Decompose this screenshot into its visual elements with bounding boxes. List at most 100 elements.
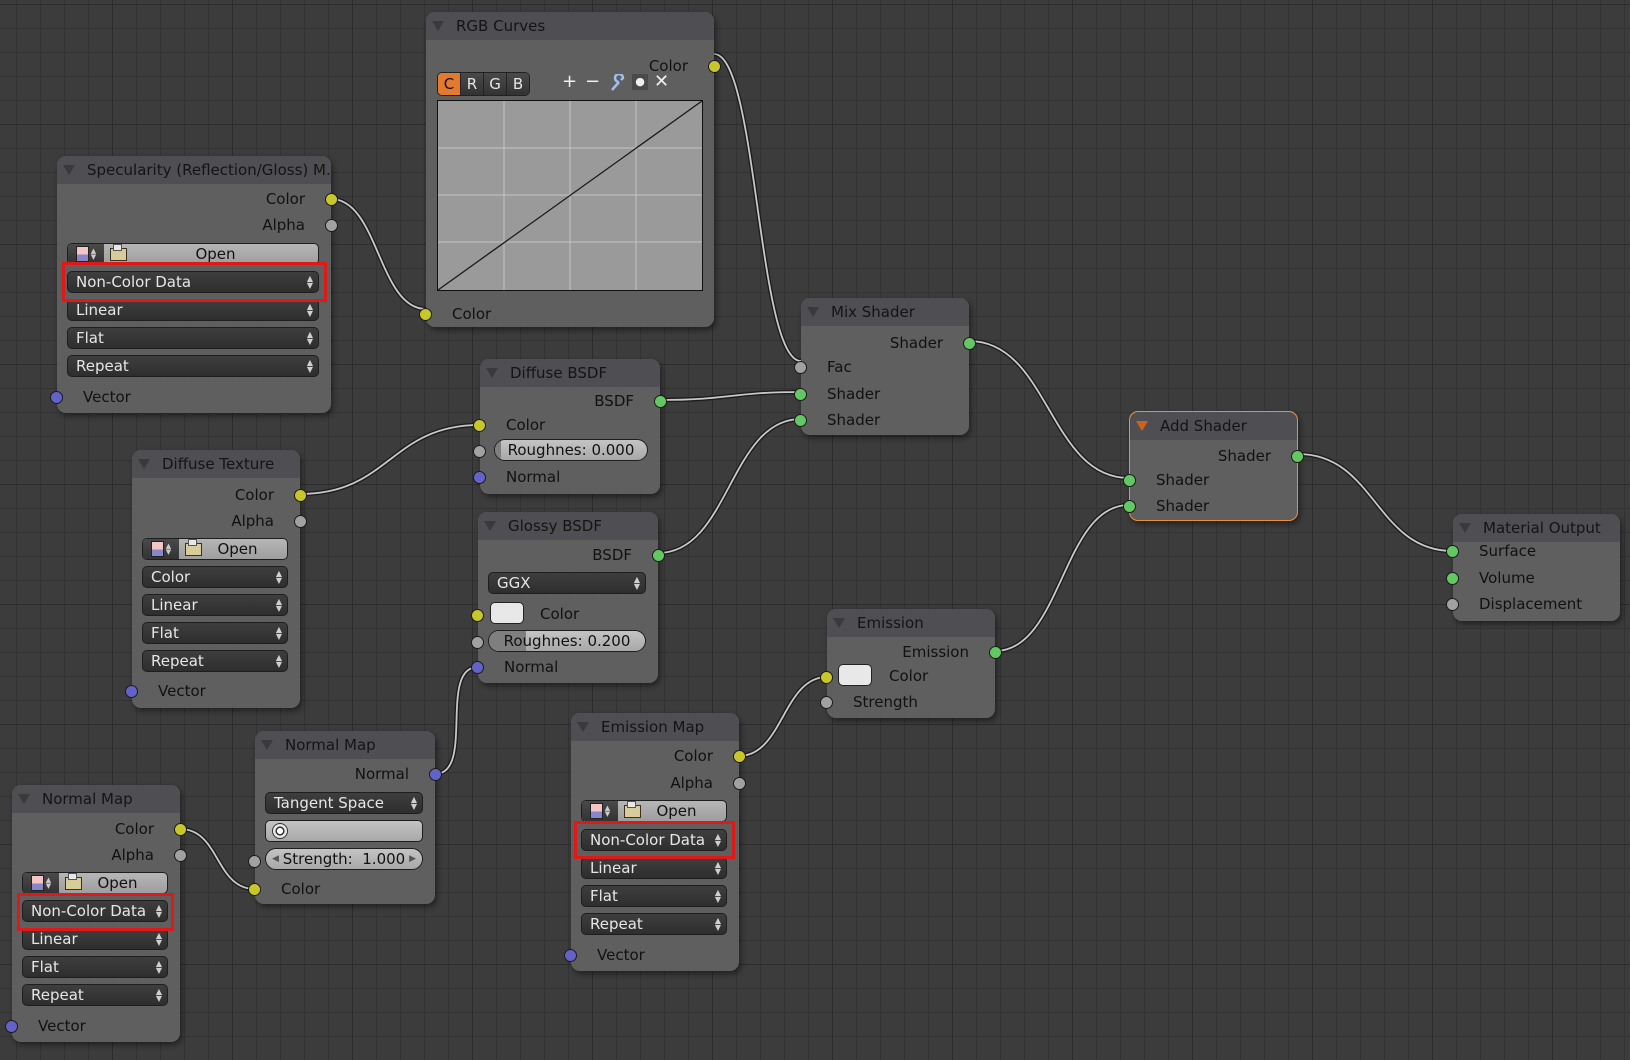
output-socket-color[interactable] xyxy=(325,193,338,206)
roughness-slider[interactable]: Roughnes: 0.000 xyxy=(494,439,648,461)
projection-dropdown[interactable]: Flat ▲ ▼ xyxy=(22,956,168,978)
image-browse-icon[interactable]: ▲ ▼ xyxy=(143,539,179,559)
link-curves-to-mix-fac[interactable] xyxy=(713,51,802,364)
output-socket-color[interactable] xyxy=(174,823,187,836)
close-icon[interactable]: ✕ xyxy=(654,72,669,92)
collapse-triangle-icon[interactable] xyxy=(833,618,845,628)
output-socket-color[interactable] xyxy=(708,60,721,73)
node-header[interactable]: Emission xyxy=(827,609,995,637)
space-dropdown[interactable]: Tangent Space ▲ ▼ xyxy=(265,792,423,814)
collapse-triangle-icon[interactable] xyxy=(486,368,498,378)
increment-arrow-icon[interactable]: ▶ xyxy=(409,854,416,864)
input-socket-vector[interactable] xyxy=(5,1020,18,1033)
extension-dropdown[interactable]: Repeat ▲ ▼ xyxy=(142,650,288,672)
link-diffuse-bsdf-to-mix[interactable] xyxy=(659,389,802,403)
output-socket-alpha[interactable] xyxy=(294,515,307,528)
input-socket-vector[interactable] xyxy=(564,949,577,962)
minus-icon[interactable]: − xyxy=(585,72,600,92)
color-space-dropdown[interactable]: Non-Color Data ▲ ▼ xyxy=(581,829,727,851)
output-socket-color[interactable] xyxy=(294,489,307,502)
channel-tab-b[interactable]: B xyxy=(507,73,529,95)
input-socket-strength[interactable] xyxy=(820,696,833,709)
input-socket-normal[interactable] xyxy=(473,471,486,484)
channel-tab-c[interactable]: C xyxy=(438,73,461,95)
node-header[interactable]: Emission Map xyxy=(571,713,739,741)
link-glossy-bsdf-to-mix[interactable] xyxy=(657,416,802,556)
channel-tab-r[interactable]: R xyxy=(461,73,484,95)
node-glossy-bsdf[interactable]: Glossy BSDF BSDF GGX ▲ ▼ Color Roughnes: 0… xyxy=(471,512,665,683)
link-mix-to-add[interactable] xyxy=(968,338,1130,481)
plus-icon[interactable]: + xyxy=(562,72,577,92)
output-socket-normal[interactable] xyxy=(429,768,442,781)
dot-icon[interactable]: ● xyxy=(632,74,648,90)
node-add-shader[interactable]: Add Shader Shader Shader Shader xyxy=(1123,411,1304,521)
image-browse-icon[interactable]: ▲ ▼ xyxy=(23,873,59,893)
input-socket-displacement[interactable] xyxy=(1446,598,1459,611)
output-socket-shader[interactable] xyxy=(963,337,976,350)
roughness-slider[interactable]: Roughnes: 0.200 xyxy=(488,630,646,652)
node-diffuse-bsdf[interactable]: Diffuse BSDF BSDF Color Roughnes: 0.000 … xyxy=(473,359,667,494)
interpolation-dropdown[interactable]: Linear ▲ ▼ xyxy=(22,928,168,950)
link-add-to-output[interactable] xyxy=(1297,451,1454,554)
input-socket-vector[interactable] xyxy=(50,391,63,404)
output-socket-color[interactable] xyxy=(733,750,746,763)
node-material-output[interactable]: Material Output Surface Volume Displacem… xyxy=(1446,514,1620,621)
output-socket-emission[interactable] xyxy=(989,646,1002,659)
node-normal-map-texture[interactable]: Normal Map Color Alpha ▲ ▼ Open Non-Color… xyxy=(5,785,187,1042)
collapse-triangle-icon[interactable] xyxy=(432,21,444,31)
node-header[interactable]: Diffuse BSDF xyxy=(480,359,660,387)
output-socket-alpha[interactable] xyxy=(733,777,746,790)
input-socket-surface[interactable] xyxy=(1446,545,1459,558)
color-space-dropdown[interactable]: Non-Color Data ▲ ▼ xyxy=(67,271,319,293)
projection-dropdown[interactable]: Flat ▲ ▼ xyxy=(67,327,319,349)
collapse-triangle-icon[interactable] xyxy=(138,459,150,469)
node-header[interactable]: Material Output xyxy=(1453,514,1620,542)
link-diffuse-texture-to-bsdf[interactable] xyxy=(299,422,481,497)
collapse-triangle-icon[interactable] xyxy=(807,307,819,317)
input-socket-strength[interactable] xyxy=(248,855,261,868)
input-socket-roughness[interactable] xyxy=(473,445,486,458)
image-open-button[interactable]: ▲ ▼ Open xyxy=(22,872,168,894)
input-socket-shader-1[interactable] xyxy=(1123,474,1136,487)
input-socket-color[interactable] xyxy=(473,419,486,432)
curve-editor[interactable] xyxy=(437,100,703,291)
input-socket-normal[interactable] xyxy=(471,661,484,674)
color-space-dropdown[interactable]: Color ▲ ▼ xyxy=(142,566,288,588)
link-emission-to-add[interactable] xyxy=(994,502,1130,654)
output-socket-alpha[interactable] xyxy=(174,849,187,862)
node-header[interactable]: Specularity (Reflection/Gloss) M... xyxy=(57,156,331,184)
image-open-button[interactable]: ▲ ▼ Open xyxy=(142,538,288,560)
link-normal-map-to-glossy[interactable] xyxy=(434,664,479,777)
input-socket-fac[interactable] xyxy=(794,361,807,374)
node-rgb-curves[interactable]: RGB Curves Color C R G B + − ● ✕ Color xyxy=(419,12,721,327)
link-emission-map-to-emission[interactable] xyxy=(738,674,828,759)
extension-dropdown[interactable]: Repeat ▲ ▼ xyxy=(581,913,727,935)
collapse-triangle-icon[interactable] xyxy=(63,165,75,175)
collapse-triangle-icon[interactable] xyxy=(577,722,589,732)
color-swatch[interactable] xyxy=(490,602,524,624)
output-socket-bsdf[interactable] xyxy=(654,395,667,408)
node-emission[interactable]: Emission Emission Color Strength xyxy=(820,609,1002,718)
node-header[interactable]: Normal Map xyxy=(12,785,180,813)
node-mix-shader[interactable]: Mix Shader Shader Fac Shader Shader xyxy=(794,298,976,435)
node-specularity-texture[interactable]: Specularity (Reflection/Gloss) M... Colo… xyxy=(50,156,338,413)
node-header[interactable]: Diffuse Texture xyxy=(132,450,300,478)
input-socket-roughness[interactable] xyxy=(471,636,484,649)
wrench-icon[interactable] xyxy=(609,72,627,98)
input-socket-color[interactable] xyxy=(419,308,432,321)
decrement-arrow-icon[interactable]: ◀ xyxy=(272,854,279,864)
extension-dropdown[interactable]: Repeat ▲ ▼ xyxy=(22,984,168,1006)
input-socket-shader-2[interactable] xyxy=(794,414,807,427)
input-socket-color[interactable] xyxy=(248,883,261,896)
node-header[interactable]: Normal Map xyxy=(255,731,435,759)
extension-dropdown[interactable]: Repeat ▲ ▼ xyxy=(67,355,319,377)
image-open-button[interactable]: ▲ ▼ Open xyxy=(581,800,727,822)
node-header[interactable]: Glossy BSDF xyxy=(478,512,658,540)
interpolation-dropdown[interactable]: Linear ▲ ▼ xyxy=(142,594,288,616)
output-socket-alpha[interactable] xyxy=(325,219,338,232)
input-socket-shader-1[interactable] xyxy=(794,388,807,401)
interpolation-dropdown[interactable]: Linear ▲ ▼ xyxy=(581,857,727,879)
interpolation-dropdown[interactable]: Linear ▲ ▼ xyxy=(67,299,319,321)
image-browse-icon[interactable]: ▲ ▼ xyxy=(582,801,618,821)
collapse-triangle-icon[interactable] xyxy=(261,740,273,750)
